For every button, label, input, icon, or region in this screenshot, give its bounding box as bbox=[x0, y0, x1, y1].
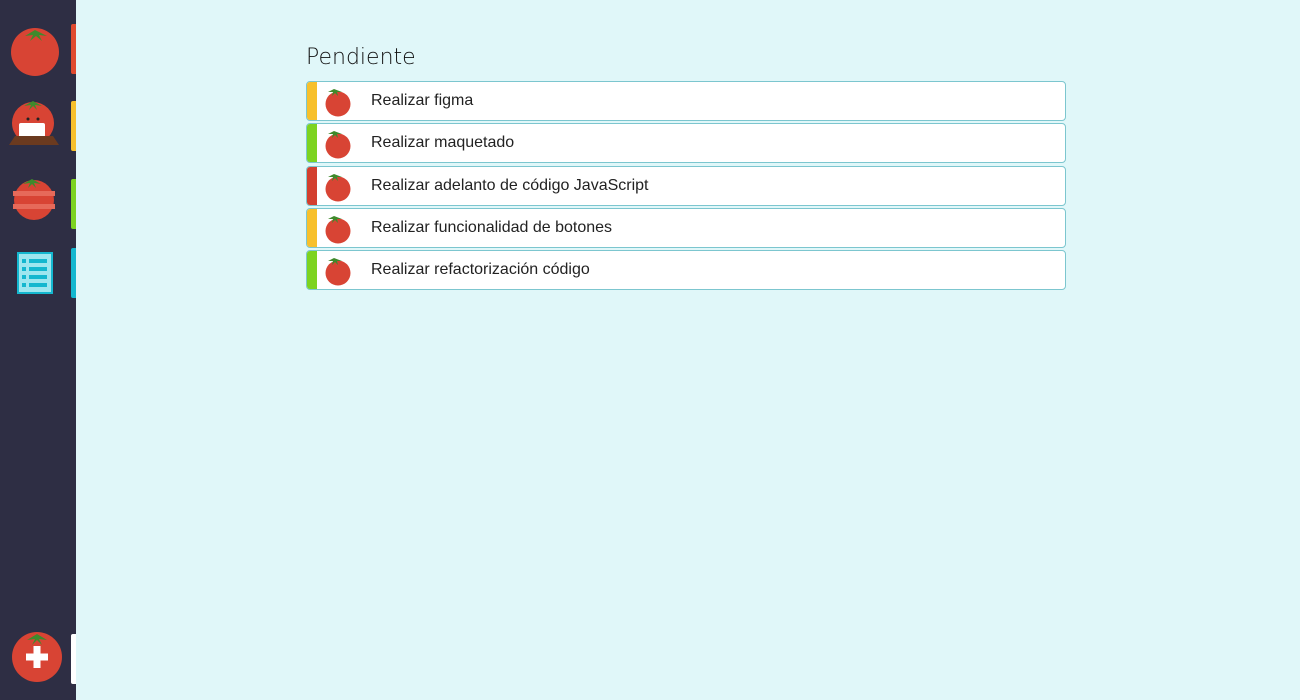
section-title: Pendiente bbox=[306, 45, 416, 70]
nav-list[interactable] bbox=[0, 248, 76, 298]
task-item[interactable]: Realizar funcionalidad de botones bbox=[306, 208, 1066, 248]
task-item[interactable]: Realizar adelanto de código JavaScript bbox=[306, 166, 1066, 206]
task-item[interactable]: Realizar refactorización código bbox=[306, 250, 1066, 290]
tomato-icon bbox=[325, 258, 351, 286]
tomato-icon bbox=[11, 28, 59, 76]
sidebar bbox=[0, 0, 76, 700]
priority-indicator bbox=[307, 82, 317, 120]
task-item[interactable]: Realizar maquetado bbox=[306, 123, 1066, 163]
tomato-add-icon bbox=[12, 632, 62, 682]
priority-indicator bbox=[307, 251, 317, 289]
task-list: Realizar figma Realizar maquetado Realiz… bbox=[306, 81, 1066, 290]
priority-indicator bbox=[307, 124, 317, 162]
tomato-stack-icon bbox=[13, 179, 55, 220]
task-label: Realizar maquetado bbox=[371, 134, 515, 151]
add-task-button[interactable] bbox=[0, 632, 76, 684]
priority-indicator bbox=[307, 167, 317, 205]
list-icon bbox=[17, 252, 53, 294]
nav-focus[interactable] bbox=[0, 101, 76, 151]
task-label: Realizar figma bbox=[371, 92, 474, 109]
nav-indicator bbox=[71, 634, 76, 684]
tomato-icon bbox=[325, 131, 351, 159]
tomato-laptop-icon bbox=[9, 101, 59, 145]
tomato-icon bbox=[325, 216, 351, 244]
task-section: Pendiente Realizar figma Realizar maquet… bbox=[306, 40, 1066, 292]
nav-stack[interactable] bbox=[0, 179, 76, 229]
task-label: Realizar adelanto de código JavaScript bbox=[371, 177, 649, 194]
nav-indicator bbox=[71, 101, 76, 151]
nav-pomodoro[interactable] bbox=[0, 24, 76, 76]
tomato-icon bbox=[325, 89, 351, 117]
task-label: Realizar refactorización código bbox=[371, 261, 590, 278]
nav-indicator bbox=[71, 179, 76, 229]
tomato-icon bbox=[325, 174, 351, 202]
nav-indicator bbox=[71, 24, 76, 74]
nav-indicator bbox=[71, 248, 76, 298]
task-label: Realizar funcionalidad de botones bbox=[371, 219, 613, 236]
priority-indicator bbox=[307, 209, 317, 247]
task-item[interactable]: Realizar figma bbox=[306, 81, 1066, 121]
